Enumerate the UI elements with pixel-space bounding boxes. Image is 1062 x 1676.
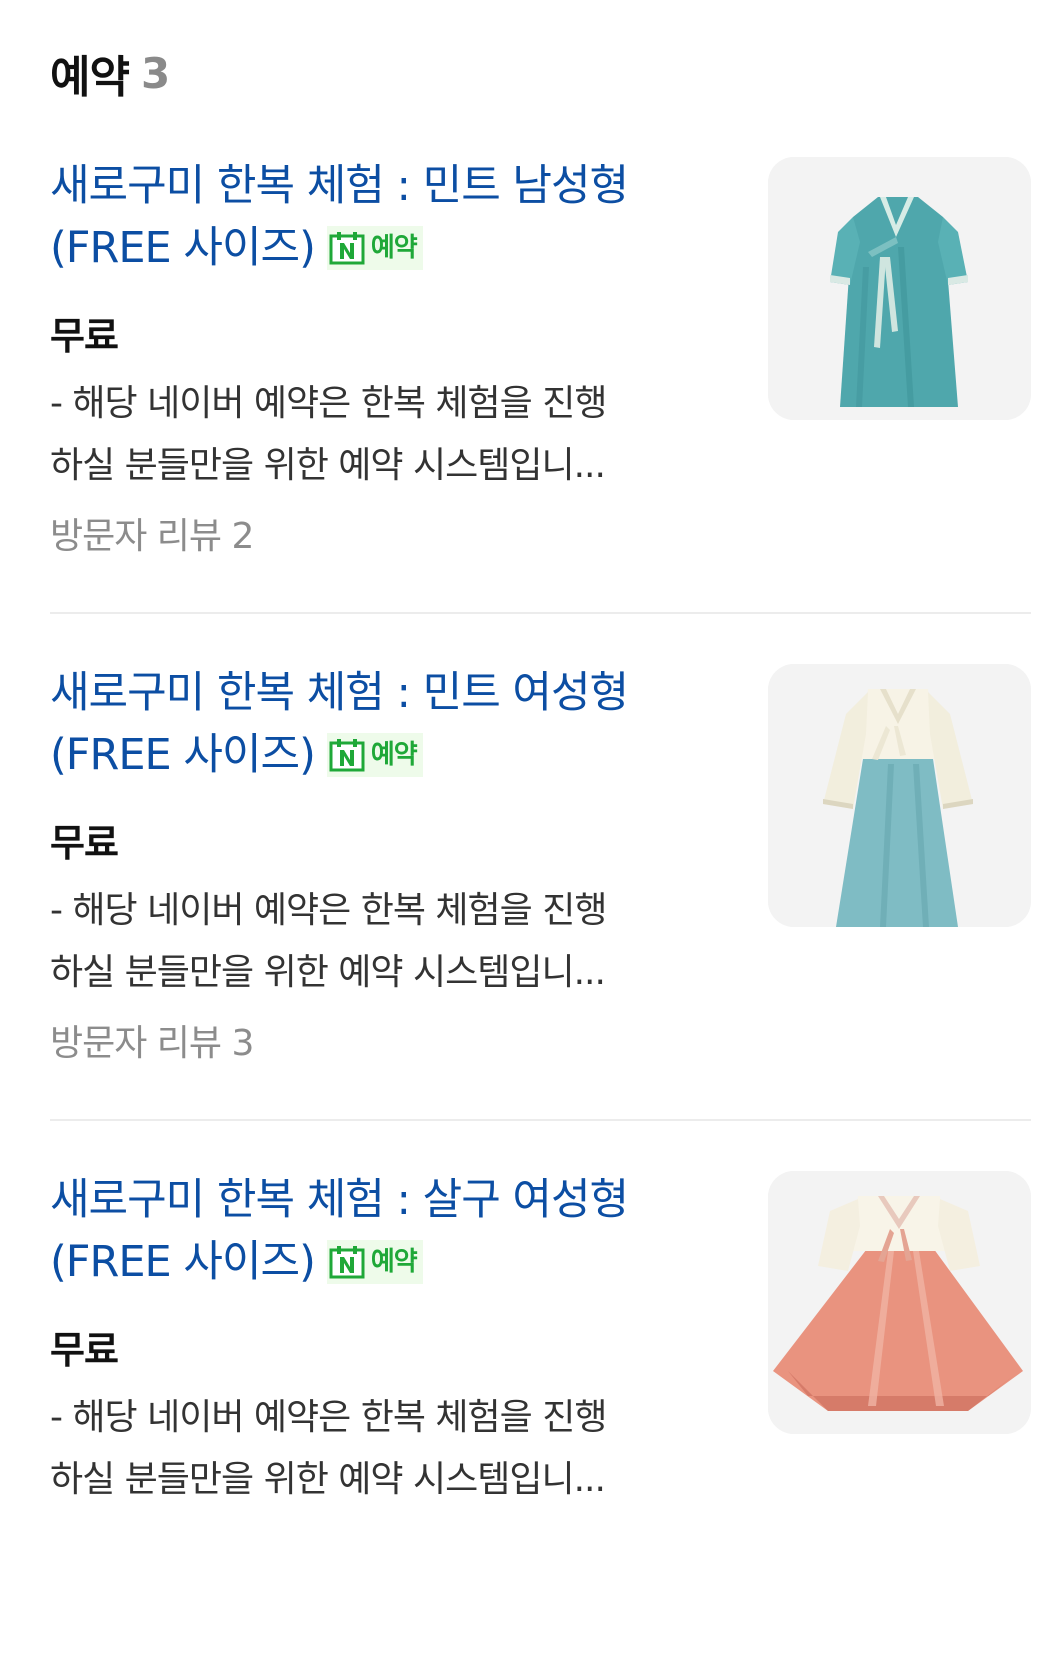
item-price: 무료: [50, 1328, 119, 1372]
item-title-line2-row: (FREE 사이즈) 예약: [50, 217, 730, 279]
item-description-line1: - 해당 네이버 예약은 한복 체험을 진행: [50, 890, 607, 931]
section-title: 예약: [50, 52, 130, 103]
naver-booking-badge[interactable]: 예약: [326, 1240, 423, 1284]
item-title-line1: 새로구미 한복 체험 : 민트 여성형: [50, 668, 629, 718]
naver-calendar-icon: [329, 1245, 365, 1279]
item-title-link[interactable]: 새로구미 한복 체험 : 민트 여성형 (FREE 사이즈) 예약: [50, 662, 730, 786]
section-header: 예약 3: [50, 38, 170, 108]
reservation-item: 새로구미 한복 체험 : 민트 여성형 (FREE 사이즈) 예약 무료 - 해…: [0, 662, 1062, 1169]
item-description: - 해당 네이버 예약은 한복 체험을 진행 하실 분들만을 위한 예약 시스템…: [50, 880, 720, 1004]
naver-booking-badge[interactable]: 예약: [326, 733, 423, 777]
item-price: 무료: [50, 314, 119, 358]
item-description-line1: - 해당 네이버 예약은 한복 체험을 진행: [50, 383, 607, 424]
item-divider: [50, 1119, 1031, 1121]
item-divider: [50, 612, 1031, 614]
item-description-line1: - 해당 네이버 예약은 한복 체험을 진행: [50, 1397, 607, 1438]
naver-calendar-icon: [329, 231, 365, 265]
booking-badge-label: 예약: [370, 1247, 418, 1277]
item-description: - 해당 네이버 예약은 한복 체험을 진행 하실 분들만을 위한 예약 시스템…: [50, 373, 720, 497]
item-description-line2: 하실 분들만을 위한 예약 시스템입니...: [50, 445, 606, 486]
visitor-review-count[interactable]: 방문자 리뷰 2: [50, 507, 254, 559]
naver-calendar-icon: [329, 738, 365, 772]
item-description-line2: 하실 분들만을 위한 예약 시스템입니...: [50, 1459, 606, 1500]
item-description: - 해당 네이버 예약은 한복 체험을 진행 하실 분들만을 위한 예약 시스템…: [50, 1387, 720, 1511]
item-price: 무료: [50, 821, 119, 865]
item-title-line2: (FREE 사이즈): [50, 223, 316, 273]
booking-badge-label: 예약: [370, 233, 418, 263]
item-title-line2-row: (FREE 사이즈) 예약: [50, 724, 730, 786]
item-description-line2: 하실 분들만을 위한 예약 시스템입니...: [50, 952, 606, 993]
visitor-review-count[interactable]: 방문자 리뷰 3: [50, 1014, 254, 1066]
item-title-line2: (FREE 사이즈): [50, 730, 316, 780]
item-title-line2-row: (FREE 사이즈) 예약: [50, 1231, 730, 1293]
reservation-item: 새로구미 한복 체험 : 민트 남성형 (FREE 사이즈) 예약 무료 - 해…: [0, 155, 1062, 662]
item-title-link[interactable]: 새로구미 한복 체험 : 민트 남성형 (FREE 사이즈) 예약: [50, 155, 730, 279]
section-count: 3: [140, 48, 171, 98]
item-title-line1: 새로구미 한복 체험 : 살구 여성형: [50, 1175, 629, 1225]
item-title-line2: (FREE 사이즈): [50, 1237, 316, 1287]
reservation-item: 새로구미 한복 체험 : 살구 여성형 (FREE 사이즈) 예약 무료 - 해…: [0, 1169, 1062, 1676]
mint-male-hanbok-image[interactable]: [768, 157, 1031, 420]
apricot-female-hanbok-image[interactable]: [768, 1171, 1031, 1434]
item-title-link[interactable]: 새로구미 한복 체험 : 살구 여성형 (FREE 사이즈) 예약: [50, 1169, 730, 1293]
naver-booking-badge[interactable]: 예약: [326, 226, 423, 270]
item-title-line1: 새로구미 한복 체험 : 민트 남성형: [50, 161, 629, 211]
booking-badge-label: 예약: [370, 740, 418, 770]
mint-female-hanbok-image[interactable]: [768, 664, 1031, 927]
